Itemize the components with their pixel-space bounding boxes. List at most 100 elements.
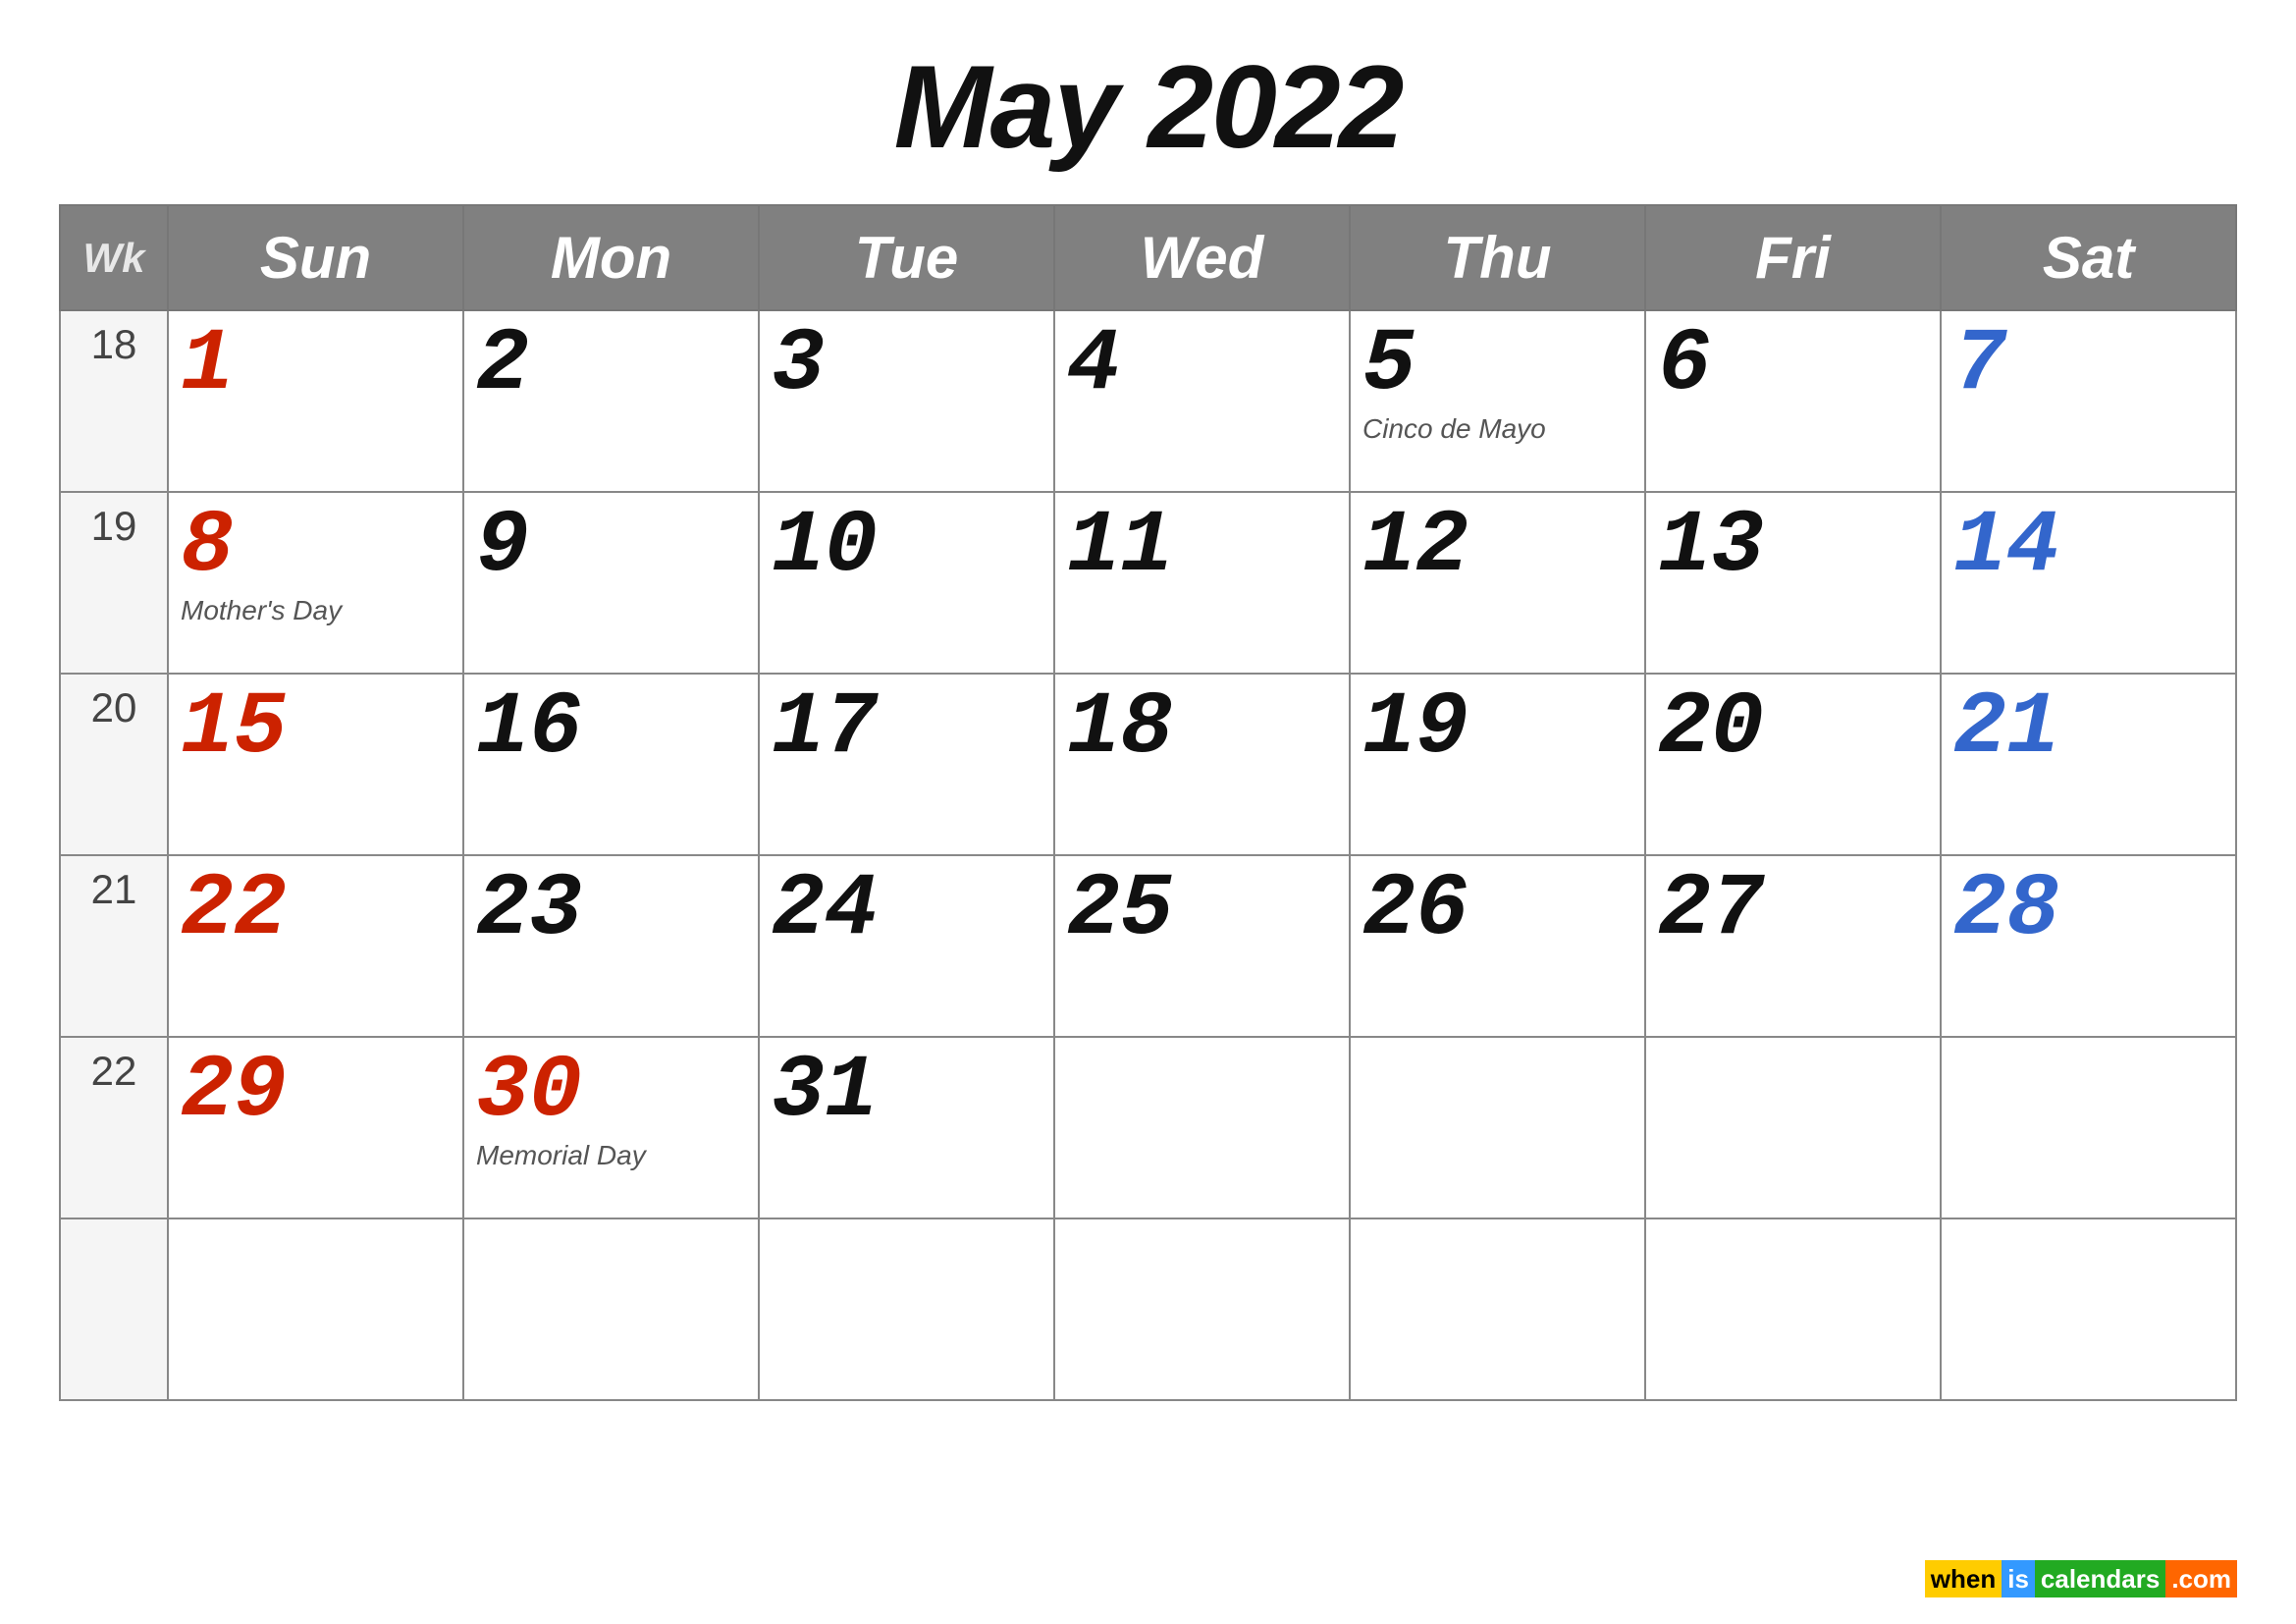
day-number: 6 [1658,321,1928,409]
day-cell: 19 [1350,674,1645,855]
week-number [60,1218,168,1400]
calendar-table: Wk Sun Mon Tue Wed Thu Fri Sat 1812345Ci… [59,204,2237,1401]
day-number: 19 [1362,684,1632,773]
day-number: 13 [1658,503,1928,591]
calendar-row [60,1218,2236,1400]
holiday-label: Memorial Day [476,1140,746,1171]
day-number: 16 [476,684,746,773]
day-cell: 27 [1645,855,1941,1037]
day-number: 1 [181,321,451,409]
day-number: 31 [772,1048,1041,1136]
watermark-when: when [1925,1560,2002,1597]
day-cell: 29 [168,1037,463,1218]
holiday-label: Mother's Day [181,595,451,626]
day-number: 23 [476,866,746,954]
day-cell: 3 [759,310,1054,492]
day-cell: 31 [759,1037,1054,1218]
day-cell: 5 Cinco de Mayo [1350,310,1645,492]
sun-header: Sun [168,205,463,310]
day-cell: 7 [1941,310,2236,492]
day-number: 22 [181,866,451,954]
day-number: 9 [476,503,746,591]
day-number: 5 [1362,321,1632,409]
day-number: 20 [1658,684,1928,773]
day-cell: 10 [759,492,1054,674]
day-number: 14 [1953,503,2223,591]
day-number: 30 [476,1048,746,1136]
day-cell: 8 Mother's Day [168,492,463,674]
day-cell: 1 [168,310,463,492]
day-number: 28 [1953,866,2223,954]
wed-header: Wed [1054,205,1350,310]
week-number: 19 [60,492,168,674]
day-number: 29 [181,1048,451,1136]
day-number: 26 [1362,866,1632,954]
calendar-wrapper: Wk Sun Mon Tue Wed Thu Fri Sat 1812345Ci… [59,204,2237,1585]
day-number: 10 [772,503,1041,591]
day-number: 2 [476,321,746,409]
day-number: 25 [1067,866,1337,954]
day-number: 21 [1953,684,2223,773]
week-number: 20 [60,674,168,855]
day-cell [1054,1037,1350,1218]
day-cell [759,1218,1054,1400]
calendar-row: 1812345 Cinco de Mayo 67 [60,310,2236,492]
day-cell: 18 [1054,674,1350,855]
day-number: 15 [181,684,451,773]
day-number: 17 [772,684,1041,773]
day-cell [1350,1037,1645,1218]
day-number: 18 [1067,684,1337,773]
day-cell: 22 [168,855,463,1037]
day-cell: 25 [1054,855,1350,1037]
watermark-is: is [2002,1560,2035,1597]
tue-header: Tue [759,205,1054,310]
day-cell: 13 [1645,492,1941,674]
watermark-cal: calendars [2035,1560,2165,1597]
week-number: 21 [60,855,168,1037]
day-cell [1645,1037,1941,1218]
day-cell: 20 [1645,674,1941,855]
day-number: 24 [772,866,1041,954]
day-number: 12 [1362,503,1632,591]
week-number: 22 [60,1037,168,1218]
day-number: 3 [772,321,1041,409]
fri-header: Fri [1645,205,1941,310]
day-cell: 26 [1350,855,1645,1037]
day-cell: 6 [1645,310,1941,492]
day-cell: 15 [168,674,463,855]
watermark-com: .com [2165,1560,2237,1597]
day-number: 11 [1067,503,1337,591]
day-cell: 9 [463,492,759,674]
sat-header: Sat [1941,205,2236,310]
day-cell [1054,1218,1350,1400]
day-cell [1941,1218,2236,1400]
day-number: 8 [181,503,451,591]
day-cell [463,1218,759,1400]
day-cell: 24 [759,855,1054,1037]
day-cell: 2 [463,310,759,492]
day-number: 7 [1953,321,2223,409]
header-row: Wk Sun Mon Tue Wed Thu Fri Sat [60,205,2236,310]
day-cell [1645,1218,1941,1400]
day-cell [1941,1037,2236,1218]
day-cell: 16 [463,674,759,855]
calendar-row: 198 Mother's Day 9 10 11 12 13 14 [60,492,2236,674]
day-cell: 12 [1350,492,1645,674]
day-number: 4 [1067,321,1337,409]
day-cell: 23 [463,855,759,1037]
wk-header: Wk [60,205,168,310]
holiday-label: Cinco de Mayo [1362,413,1632,445]
calendar-row: 2122 23 24 25 26 27 28 [60,855,2236,1037]
day-cell: 4 [1054,310,1350,492]
day-cell: 14 [1941,492,2236,674]
day-cell [1350,1218,1645,1400]
page-title: May 2022 [894,39,1403,175]
day-number: 27 [1658,866,1928,954]
day-cell: 30 Memorial Day [463,1037,759,1218]
day-cell: 28 [1941,855,2236,1037]
week-number: 18 [60,310,168,492]
calendar-row: 2015161718192021 [60,674,2236,855]
thu-header: Thu [1350,205,1645,310]
watermark: wheniscalendars.com [1925,1564,2237,1595]
day-cell [168,1218,463,1400]
